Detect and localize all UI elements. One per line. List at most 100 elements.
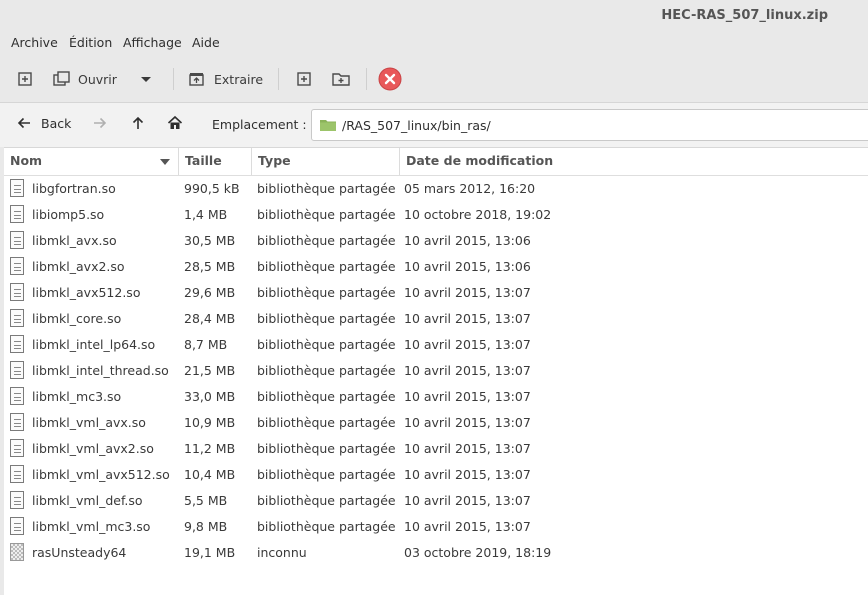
file-row[interactable]: libmkl_intel_lp64.so 8,7 MB bibliothèque… (4, 332, 868, 358)
arrow-left-icon (17, 117, 30, 129)
file-size: 5,5 MB (184, 493, 228, 508)
file-modified: 05 mars 2012, 16:20 (404, 181, 536, 196)
column-header-modified-label: Date de modification (406, 153, 554, 168)
library-file-icon (10, 465, 24, 483)
menu-aide[interactable]: Aide (192, 35, 220, 50)
extract-button[interactable]: Extraire (187, 67, 263, 91)
file-modified: 10 avril 2015, 13:07 (404, 285, 531, 300)
file-size: 29,6 MB (184, 285, 236, 300)
library-file-icon (10, 257, 24, 275)
arrow-up-icon (132, 116, 144, 129)
new-archive-button[interactable] (16, 67, 34, 91)
file-modified: 10 avril 2015, 13:07 (404, 519, 531, 534)
location-label: Emplacement : (212, 117, 307, 132)
library-file-icon (10, 387, 24, 405)
up-button[interactable] (130, 115, 146, 131)
file-type: bibliothèque partagée (257, 337, 396, 352)
add-folder-icon (332, 73, 350, 86)
file-modified: 10 avril 2015, 13:07 (404, 337, 531, 352)
extract-icon (189, 73, 204, 86)
location-bar: Back Emplacement : /RAS_507_linux/bin_ra… (0, 103, 868, 148)
chevron-down-icon (141, 77, 151, 82)
file-row[interactable]: libiomp5.so 1,4 MB bibliothèque partagée… (4, 202, 868, 228)
title-bar: HEC-RAS_507_linux.zip (0, 0, 868, 30)
file-row[interactable]: libmkl_intel_thread.so 21,5 MB bibliothè… (4, 358, 868, 384)
file-size: 19,1 MB (184, 545, 236, 560)
library-file-icon (10, 491, 24, 509)
column-header-name[interactable]: Nom (4, 148, 179, 175)
file-size: 990,5 kB (184, 181, 240, 196)
file-row[interactable]: libmkl_avx.so 30,5 MB bibliothèque parta… (4, 228, 868, 254)
file-size: 28,4 MB (184, 311, 236, 326)
file-name: libgfortran.so (32, 181, 116, 196)
menu-archive[interactable]: Archive (11, 35, 58, 50)
window-title: HEC-RAS_507_linux.zip (661, 8, 828, 23)
file-modified: 10 avril 2015, 13:07 (404, 441, 531, 456)
file-row[interactable]: libgfortran.so 990,5 kB bibliothèque par… (4, 176, 868, 202)
stop-icon (378, 67, 402, 91)
library-file-icon (10, 439, 24, 457)
file-row[interactable]: libmkl_vml_mc3.so 9,8 MB bibliothèque pa… (4, 514, 868, 540)
file-row[interactable]: rasUnsteady64 19,1 MB inconnu 03 octobre… (4, 540, 868, 566)
file-row[interactable]: libmkl_vml_avx.so 10,9 MB bibliothèque p… (4, 410, 868, 436)
file-name: libmkl_vml_avx.so (32, 415, 146, 430)
open-button[interactable]: Ouvrir (52, 67, 117, 91)
file-modified: 10 avril 2015, 13:07 (404, 415, 531, 430)
file-type: bibliothèque partagée (257, 233, 396, 248)
column-header-modified[interactable]: Date de modification (400, 148, 868, 175)
file-row[interactable]: libmkl_avx512.so 29,6 MB bibliothèque pa… (4, 280, 868, 306)
file-modified: 10 avril 2015, 13:07 (404, 363, 531, 378)
column-header-size-label: Taille (185, 153, 222, 168)
unknown-file-icon (10, 543, 24, 561)
file-size: 21,5 MB (184, 363, 236, 378)
forward-button[interactable] (92, 115, 108, 131)
column-header-size[interactable]: Taille (179, 148, 252, 175)
library-file-icon (10, 179, 24, 197)
back-button[interactable]: Back (16, 115, 71, 131)
file-name: libmkl_avx512.so (32, 285, 141, 300)
location-field[interactable]: /RAS_507_linux/bin_ras/ (311, 109, 868, 141)
file-type: bibliothèque partagée (257, 467, 396, 482)
file-name: libmkl_avx.so (32, 233, 117, 248)
file-modified: 10 octobre 2018, 19:02 (404, 207, 552, 222)
add-files-button[interactable] (295, 67, 313, 91)
add-files-icon (297, 72, 311, 86)
file-size: 1,4 MB (184, 207, 228, 222)
toolbar: Ouvrir Extraire (0, 56, 868, 103)
file-name: libmkl_vml_def.so (32, 493, 143, 508)
file-name: rasUnsteady64 (32, 545, 127, 560)
file-size: 33,0 MB (184, 389, 236, 404)
file-modified: 10 avril 2015, 13:06 (404, 233, 531, 248)
column-header-type-label: Type (258, 153, 291, 168)
library-file-icon (10, 361, 24, 379)
file-modified: 10 avril 2015, 13:07 (404, 467, 531, 482)
file-name: libiomp5.so (32, 207, 105, 222)
file-type: bibliothèque partagée (257, 389, 396, 404)
file-size: 9,8 MB (184, 519, 228, 534)
file-name: libmkl_intel_lp64.so (32, 337, 156, 352)
menu-bar: Archive Édition Affichage Aide (0, 30, 868, 56)
column-headers: Nom Taille Type Date de modification (4, 148, 868, 176)
file-size: 11,2 MB (184, 441, 236, 456)
menu-edition[interactable]: Édition (69, 35, 112, 50)
file-row[interactable]: libmkl_mc3.so 33,0 MB bibliothèque parta… (4, 384, 868, 410)
library-file-icon (10, 283, 24, 301)
stop-button[interactable] (378, 67, 402, 91)
home-button[interactable] (167, 115, 183, 131)
file-list: libgfortran.so 990,5 kB bibliothèque par… (4, 176, 868, 595)
arrow-right-icon (94, 117, 107, 129)
file-row[interactable]: libmkl_avx2.so 28,5 MB bibliothèque part… (4, 254, 868, 280)
open-dropdown-button[interactable] (140, 67, 152, 91)
file-modified: 10 avril 2015, 13:06 (404, 259, 531, 274)
add-folder-button[interactable] (331, 67, 351, 91)
column-header-type[interactable]: Type (252, 148, 400, 175)
file-row[interactable]: libmkl_vml_def.so 5,5 MB bibliothèque pa… (4, 488, 868, 514)
file-row[interactable]: libmkl_vml_avx512.so 10,4 MB bibliothèqu… (4, 462, 868, 488)
new-archive-icon (18, 72, 32, 86)
file-row[interactable]: libmkl_vml_avx2.so 11,2 MB bibliothèque … (4, 436, 868, 462)
library-file-icon (10, 205, 24, 223)
toolbar-separator (366, 68, 367, 90)
library-file-icon (10, 335, 24, 353)
file-row[interactable]: libmkl_core.so 28,4 MB bibliothèque part… (4, 306, 868, 332)
menu-affichage[interactable]: Affichage (123, 35, 182, 50)
